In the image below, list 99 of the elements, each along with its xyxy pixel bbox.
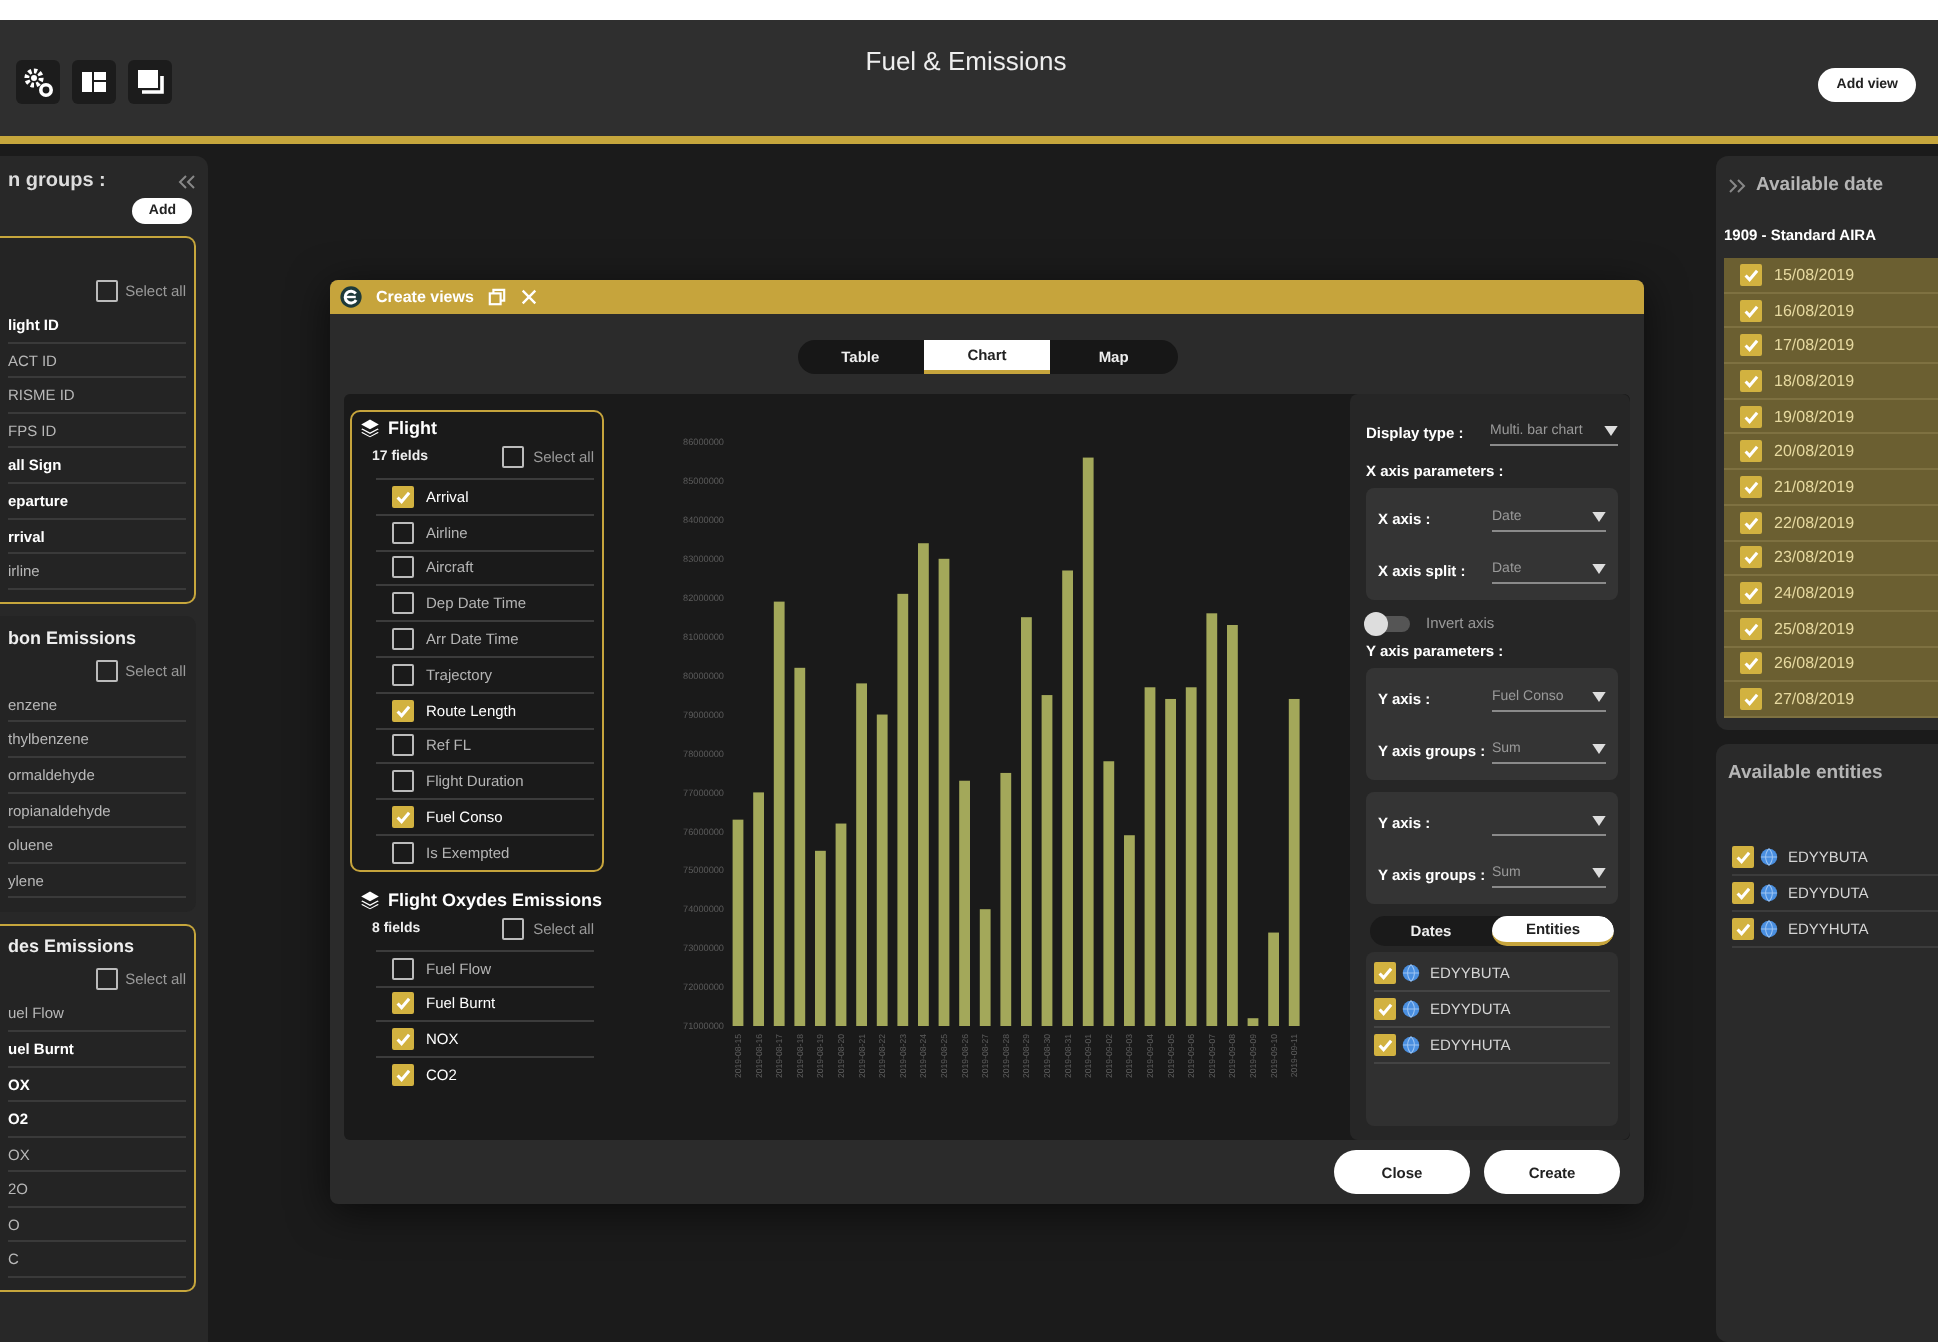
caret-icon xyxy=(1592,512,1606,522)
date-label: 15/08/2019 xyxy=(1774,265,1855,284)
globe-icon xyxy=(1760,883,1778,902)
date-label: 20/08/2019 xyxy=(1774,442,1855,461)
date-row[interactable]: 20/08/2019 xyxy=(1724,434,1938,471)
checkbox[interactable] xyxy=(392,628,414,651)
checkbox[interactable] xyxy=(392,1028,414,1051)
checkbox[interactable] xyxy=(1740,440,1762,463)
date-label: 25/08/2019 xyxy=(1774,619,1855,638)
chart-bar xyxy=(1247,1018,1259,1026)
chart-bar xyxy=(979,909,991,1026)
checkbox[interactable] xyxy=(501,446,524,468)
checkbox[interactable] xyxy=(1740,369,1762,392)
checkbox[interactable] xyxy=(1740,511,1762,534)
windows-icon[interactable] xyxy=(128,60,172,104)
date-label: 24/08/2019 xyxy=(1774,584,1855,603)
checkbox[interactable] xyxy=(392,992,414,1015)
checkbox[interactable] xyxy=(392,734,414,757)
date-row[interactable]: 21/08/2019 xyxy=(1724,470,1938,506)
date-row[interactable]: 22/08/2019 xyxy=(1724,505,1938,541)
globe-icon xyxy=(1402,964,1420,982)
checkbox[interactable] xyxy=(392,770,414,793)
checkbox[interactable] xyxy=(1740,688,1762,711)
globe-icon xyxy=(1402,1000,1420,1018)
checkbox[interactable] xyxy=(501,917,524,940)
date-label: 22/08/2019 xyxy=(1774,513,1855,532)
checkbox[interactable] xyxy=(1740,546,1762,569)
caret-icon xyxy=(1592,816,1606,826)
logo-icon xyxy=(340,286,362,308)
date-label: 19/08/2019 xyxy=(1774,407,1855,426)
page-title: Fuel & Emissions xyxy=(865,46,1067,76)
date-label: 21/08/2019 xyxy=(1774,477,1855,496)
date-label: 18/08/2019 xyxy=(1774,371,1855,390)
checkbox[interactable] xyxy=(95,659,118,682)
chart-bar xyxy=(1268,932,1279,1026)
checkbox[interactable] xyxy=(1374,962,1396,984)
caret-icon xyxy=(1604,426,1618,436)
checkbox[interactable] xyxy=(1740,405,1762,428)
checkbox[interactable] xyxy=(1740,334,1762,357)
checkbox[interactable] xyxy=(1740,617,1762,640)
checkbox[interactable] xyxy=(1732,881,1754,904)
expand-icon[interactable] xyxy=(1728,177,1748,193)
date-row[interactable]: 25/08/2019 xyxy=(1724,611,1938,648)
checkbox[interactable] xyxy=(392,841,414,864)
checkbox[interactable] xyxy=(392,806,414,829)
checkbox[interactable] xyxy=(392,699,414,722)
toggle-switch[interactable] xyxy=(1366,615,1410,631)
checkbox[interactable] xyxy=(1740,263,1762,286)
date-label: 16/08/2019 xyxy=(1774,301,1855,320)
date-row[interactable]: 23/08/2019 xyxy=(1724,541,1938,577)
gears-icon[interactable] xyxy=(16,60,60,104)
date-row[interactable]: 15/08/2019 xyxy=(1724,258,1938,294)
checkbox[interactable] xyxy=(392,1064,414,1087)
layers-icon xyxy=(360,418,380,438)
panel-title: n groups : xyxy=(8,170,106,192)
globe-icon xyxy=(1760,919,1778,938)
panel-title: Available date xyxy=(1756,174,1884,196)
checkbox[interactable] xyxy=(392,521,414,544)
date-row[interactable]: 18/08/2019 xyxy=(1724,364,1938,400)
date-row[interactable]: 26/08/2019 xyxy=(1724,647,1938,683)
date-row[interactable]: 19/08/2019 xyxy=(1724,399,1938,435)
checkbox[interactable] xyxy=(1740,582,1762,605)
checkbox[interactable] xyxy=(1374,998,1396,1020)
checkbox[interactable] xyxy=(1740,299,1762,322)
date-label: 26/08/2019 xyxy=(1774,654,1855,673)
date-row[interactable]: 24/08/2019 xyxy=(1724,576,1938,612)
globe-icon xyxy=(1402,1036,1420,1054)
globe-icon xyxy=(1760,847,1778,866)
date-row[interactable]: 17/08/2019 xyxy=(1724,328,1938,365)
layers-icon xyxy=(360,889,380,910)
checkbox[interactable] xyxy=(1732,917,1754,940)
checkbox[interactable] xyxy=(1732,845,1754,868)
checkbox[interactable] xyxy=(1374,1034,1396,1056)
caret-icon xyxy=(1592,692,1606,702)
group-title: bon Emissions xyxy=(8,625,139,652)
checkbox[interactable] xyxy=(1740,652,1762,675)
group-title: Flight Oxydes Emissions xyxy=(388,889,603,910)
group-title: Flight xyxy=(388,418,437,438)
checkbox[interactable] xyxy=(392,663,414,686)
checkbox[interactable] xyxy=(95,968,118,991)
date-label: 23/08/2019 xyxy=(1774,548,1855,567)
date-label: 17/08/2019 xyxy=(1774,336,1855,355)
checkbox[interactable] xyxy=(392,957,414,980)
group-title: des Emissions xyxy=(8,934,137,961)
checkbox[interactable] xyxy=(95,280,118,302)
checkbox[interactable] xyxy=(392,556,414,579)
date-row[interactable]: 16/08/2019 xyxy=(1724,293,1938,329)
caret-icon xyxy=(1592,564,1606,574)
checkbox[interactable] xyxy=(392,485,414,508)
caret-icon xyxy=(1592,868,1606,878)
dialog-title: Create views xyxy=(376,288,474,306)
layout-icon[interactable] xyxy=(72,60,116,104)
checkbox[interactable] xyxy=(1740,475,1762,498)
collapse-icon[interactable] xyxy=(176,173,196,189)
date-row[interactable]: 27/08/2019 xyxy=(1724,682,1938,718)
caret-icon xyxy=(1592,744,1606,754)
date-label: 27/08/2019 xyxy=(1774,690,1855,709)
checkbox[interactable] xyxy=(392,592,414,615)
panel-title: Available entities xyxy=(1728,761,1883,784)
